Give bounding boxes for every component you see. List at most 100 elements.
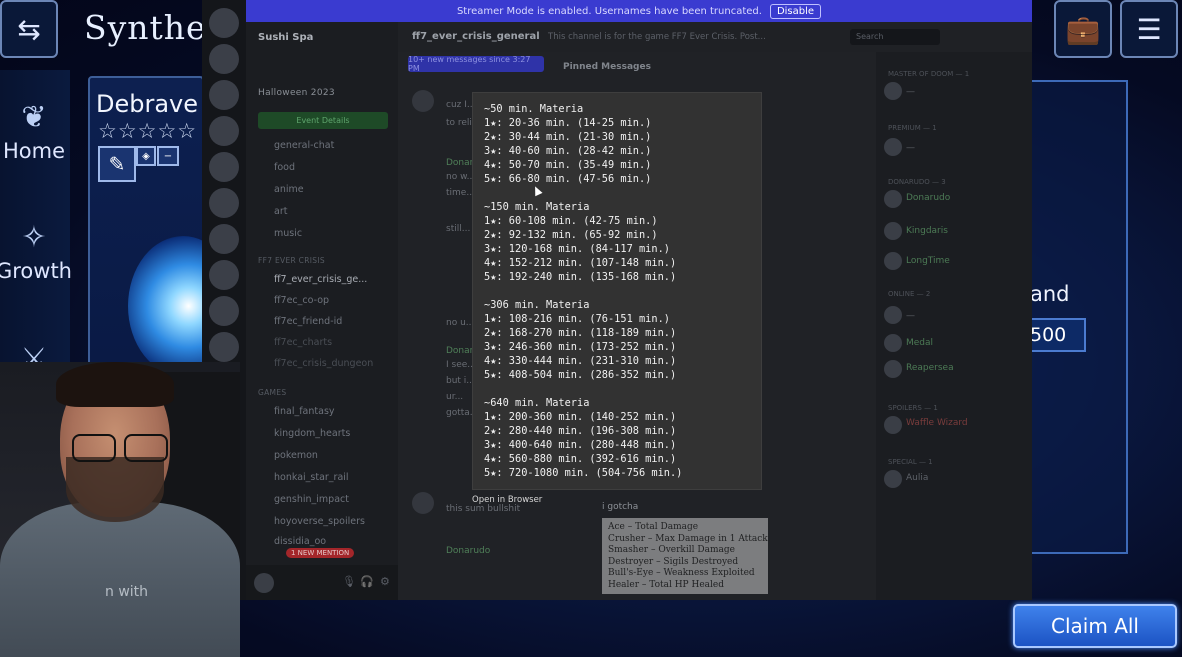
legend-line: Bull's-Eye – Weakness Exploited	[608, 568, 755, 578]
gear-icon[interactable]: ⚙	[380, 575, 390, 588]
channel-item[interactable]: art	[274, 206, 287, 217]
claim-all-button[interactable]: Claim All	[1013, 604, 1177, 648]
nav-home[interactable]: ❦ Home	[0, 100, 74, 163]
server-icon[interactable]	[209, 224, 239, 254]
channel-item[interactable]: dissidia_oo	[274, 536, 326, 547]
message-text: but i...	[446, 376, 475, 386]
server-icon[interactable]	[209, 332, 239, 362]
avatar[interactable]	[884, 334, 902, 352]
event-title: Halloween 2023	[258, 88, 335, 98]
member-name[interactable]: Reapersea	[906, 363, 954, 373]
server-icon[interactable]	[209, 116, 239, 146]
member-name[interactable]: LongTime	[906, 256, 950, 266]
channel-header: ff7_ever_crisis_general This channel is …	[398, 22, 1032, 53]
avatar[interactable]	[884, 82, 902, 100]
message-text: no u...	[446, 318, 475, 328]
streamer-mode-text: Streamer Mode is enabled. Usernames have…	[456, 5, 762, 17]
swap-arrows-icon: ⇆	[17, 12, 41, 46]
member-name[interactable]: Waffle Wizard	[906, 418, 968, 428]
avatar[interactable]	[884, 252, 902, 270]
materia-time-table: ~50 min. Materia 1★: 20-36 min. (14-25 m…	[484, 103, 683, 479]
shirt-print: n with	[105, 584, 149, 600]
channel-item[interactable]: food	[274, 162, 295, 173]
member-name[interactable]: —	[906, 87, 915, 97]
avatar[interactable]	[884, 190, 902, 208]
avatar[interactable]	[884, 470, 902, 488]
nav-home-label: Home	[2, 139, 65, 163]
message-author[interactable]: Donarudo	[446, 546, 490, 556]
new-messages-bar[interactable]: 10+ new messages since 3:27 PM	[408, 55, 544, 73]
streamer-hair	[56, 362, 174, 407]
search-input[interactable]: Search	[850, 29, 940, 45]
avatar[interactable]	[884, 222, 902, 240]
swap-button[interactable]: ⇆	[0, 0, 58, 58]
avatar[interactable]	[884, 360, 902, 378]
materia-icon: ◈	[136, 146, 156, 166]
server-icon[interactable]	[209, 80, 239, 110]
channel-category[interactable]: GAMES	[258, 388, 286, 397]
avatar[interactable]	[884, 306, 902, 324]
crystal-icon: ✧	[21, 220, 47, 255]
nav-growth-label: Growth	[0, 259, 72, 283]
member-group-header: MASTER OF DOOM — 1	[888, 70, 970, 78]
message-text: i gotcha	[602, 502, 639, 512]
channel-item-active[interactable]: ff7_ever_crisis_ge...	[274, 274, 367, 285]
member-name[interactable]: —	[906, 311, 915, 321]
channel-item[interactable]: ff7ec_friend-id	[274, 316, 342, 327]
server-icon[interactable]	[209, 152, 239, 182]
server-icon[interactable]	[209, 296, 239, 326]
server-name[interactable]: Sushi Spa	[258, 32, 313, 43]
pinned-image-viewer[interactable]: ~50 min. Materia 1★: 20-36 min. (14-25 m…	[472, 92, 762, 490]
channel-item[interactable]: pokemon	[274, 450, 318, 461]
member-name[interactable]: Medal	[906, 338, 933, 348]
message-text: no w...	[446, 172, 476, 182]
avatar[interactable]	[412, 90, 434, 112]
server-icon[interactable]	[209, 8, 239, 38]
mic-icon[interactable]: 🎙	[342, 575, 356, 588]
avatar[interactable]	[254, 573, 274, 593]
channel-item[interactable]: honkai_star_rail	[274, 472, 349, 483]
disable-streamer-button[interactable]: Disable	[769, 3, 822, 19]
message-text: ur...	[446, 392, 464, 402]
channel-item[interactable]: ff7ec_crisis_dungeon	[274, 358, 373, 369]
event-details-button[interactable]: Event Details	[258, 112, 388, 129]
channel-item[interactable]: music	[274, 228, 302, 239]
channel-item[interactable]: ff7ec_charts	[274, 337, 332, 348]
new-mentions-badge[interactable]: 1 NEW MENTION	[286, 548, 355, 558]
pinned-messages-title: Pinned Messages	[563, 62, 651, 72]
weapon-slot-icon[interactable]: ✎	[98, 146, 136, 182]
avatar[interactable]	[884, 416, 902, 434]
channel-item[interactable]: final_fantasy	[274, 406, 335, 417]
server-icon[interactable]	[209, 260, 239, 290]
avatar[interactable]	[412, 492, 434, 514]
server-icon[interactable]	[209, 188, 239, 218]
menu-button[interactable]: ☰	[1120, 0, 1178, 58]
channel-item[interactable]: general-chat	[274, 140, 334, 151]
legend-line: Ace – Total Damage	[608, 522, 699, 532]
inventory-button[interactable]: 💼	[1054, 0, 1112, 58]
avatar[interactable]	[884, 138, 902, 156]
legend-line: Healer – Total HP Healed	[608, 579, 724, 590]
member-name[interactable]: Donarudo	[906, 193, 950, 203]
member-name[interactable]: Aulia	[906, 473, 928, 483]
minus-icon[interactable]: −	[157, 146, 179, 166]
member-group-header: SPECIAL — 1	[888, 458, 933, 466]
attached-legend-image[interactable]: Ace – Total Damage Crusher – Max Damage …	[602, 518, 768, 594]
open-in-browser-link[interactable]: Open in Browser	[472, 495, 542, 505]
briefcase-icon: 💼	[1065, 12, 1101, 46]
channel-item[interactable]: ff7ec_co-op	[274, 295, 329, 306]
channel-item[interactable]: genshin_impact	[274, 494, 349, 505]
member-name[interactable]: —	[906, 143, 915, 153]
nav-growth[interactable]: ✧ Growth	[0, 220, 74, 283]
server-icon[interactable]	[209, 44, 239, 74]
member-name[interactable]: Kingdaris	[906, 226, 948, 236]
channel-item[interactable]: hoyoverse_spoilers	[274, 516, 365, 527]
headphones-icon[interactable]: 🎧	[360, 575, 374, 588]
channel-sidebar: Sushi Spa Halloween 2023 Event Details g…	[246, 22, 398, 600]
channel-item[interactable]: anime	[274, 184, 304, 195]
legend-line: Smasher – Overkill Damage	[608, 545, 735, 555]
channel-topic[interactable]: This channel is for the game FF7 Ever Cr…	[548, 32, 766, 42]
channel-category[interactable]: FF7 EVER CRISIS	[258, 256, 325, 265]
legend-line: Crusher – Max Damage in 1 Attack	[608, 533, 768, 544]
channel-item[interactable]: kingdom_hearts	[274, 428, 350, 439]
